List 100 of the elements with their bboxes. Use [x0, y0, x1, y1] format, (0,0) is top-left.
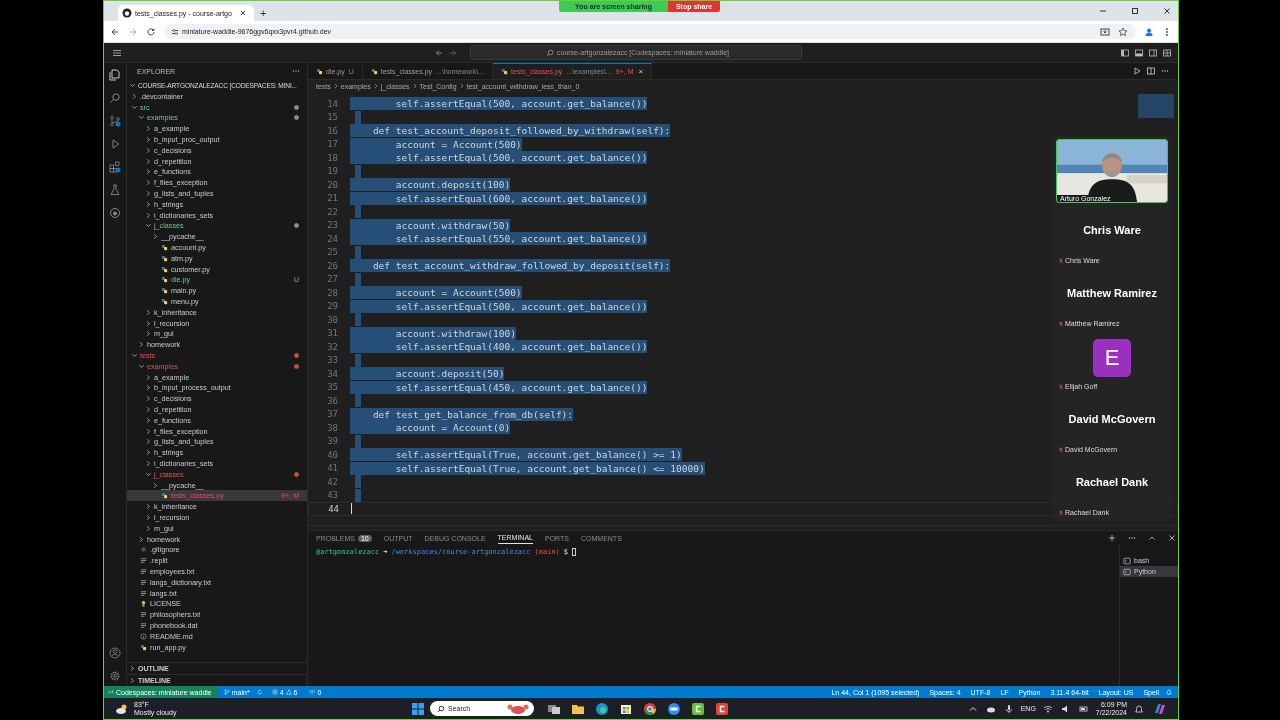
maximize-icon[interactable]: [1131, 7, 1139, 15]
app-icon[interactable]: [715, 701, 730, 716]
python-file-icon: [161, 254, 168, 262]
line-number: 20: [326, 179, 338, 190]
line-number: 28: [326, 287, 338, 298]
line-number: 16: [326, 125, 338, 136]
git-file-icon: [140, 546, 147, 554]
secondary-sidebar-icon[interactable]: [1149, 48, 1157, 57]
line-number: 21: [326, 193, 338, 204]
error-icon: [271, 689, 278, 695]
assistant-icon[interactable]: [1153, 701, 1167, 716]
chevron-right-icon: [332, 83, 339, 89]
remote-icon: [108, 689, 114, 695]
python-file-icon: [370, 67, 378, 75]
terminal-cursor: [572, 548, 577, 556]
source-control-icon[interactable]: [109, 115, 121, 127]
run-icon[interactable]: [1133, 67, 1141, 75]
line-number: 19: [326, 166, 338, 177]
minimize-icon[interactable]: [1099, 7, 1107, 15]
wifi-icon[interactable]: [1042, 703, 1053, 714]
participant-display-name: Chris Ware: [1083, 223, 1141, 238]
chevron-right-icon: [411, 83, 418, 89]
plus-icon[interactable]: [1108, 534, 1116, 542]
app-icon[interactable]: [691, 701, 706, 716]
line-number: 22: [326, 206, 338, 217]
edge-browser-icon[interactable]: [595, 701, 610, 716]
install-app-icon[interactable]: [1100, 26, 1110, 37]
files-icon[interactable]: [109, 69, 121, 81]
python-file-icon: [140, 643, 147, 651]
change-dot-icon: [294, 363, 299, 369]
mic-icon[interactable]: [1003, 703, 1014, 714]
chevron-right-icon: [458, 83, 465, 89]
settings-icon[interactable]: [109, 670, 121, 682]
line-number: 35: [326, 382, 338, 393]
line-number: 18: [326, 152, 338, 163]
line-number: 17: [326, 139, 338, 150]
text-file-icon: [140, 567, 147, 575]
participant-display-name: Rachael Dank: [1075, 475, 1149, 490]
chevron-right-icon: [372, 83, 379, 89]
branch-icon: [223, 689, 230, 695]
layout-icon[interactable]: [1163, 48, 1171, 57]
line-number: 41: [326, 463, 338, 474]
menu-icon[interactable]: [112, 47, 122, 58]
chevron-up-icon[interactable]: [1148, 534, 1156, 542]
chrome-browser-icon[interactable]: [643, 701, 658, 716]
line-number: 43: [326, 490, 338, 501]
account-icon[interactable]: [109, 647, 121, 659]
python-file-icon: [316, 67, 323, 75]
line-number: 37: [326, 409, 338, 420]
new-tab-button[interactable]: +: [253, 5, 273, 21]
change-dot-icon: [294, 115, 299, 121]
line-number: 38: [326, 422, 338, 433]
battery-icon[interactable]: [1078, 703, 1089, 714]
line-number: 31: [326, 328, 338, 339]
close-icon[interactable]: [238, 9, 247, 17]
license-file-icon: [140, 600, 147, 608]
panel-toggle-icon[interactable]: [1135, 48, 1143, 57]
python-file-icon: [161, 298, 168, 306]
line-number: 23: [326, 220, 338, 231]
chevron-down-icon: [129, 81, 136, 89]
change-dot-icon: [294, 104, 299, 110]
warning-icon: [285, 689, 292, 695]
python-file-icon: [161, 492, 168, 500]
search-icon[interactable]: [109, 92, 121, 104]
extensions-icon[interactable]: [109, 161, 121, 173]
text-file-icon: [140, 621, 147, 629]
more-icon[interactable]: [1161, 67, 1169, 75]
line-number: 42: [326, 476, 338, 487]
more-icon[interactable]: [292, 67, 300, 75]
line-number: 40: [326, 449, 338, 460]
line-number: 14: [326, 98, 338, 109]
more-icon[interactable]: [1128, 534, 1136, 542]
line-number: 29: [326, 301, 338, 312]
windows-start-icon[interactable]: [411, 701, 426, 716]
python-file-icon: [500, 68, 508, 75]
line-number: 15: [326, 112, 338, 123]
line-number: 36: [326, 395, 338, 406]
text-file-icon: [140, 557, 147, 565]
split-editor-icon[interactable]: [1147, 67, 1155, 75]
profile-icon[interactable]: [1144, 26, 1154, 37]
line-number: 32: [326, 341, 338, 352]
reload-icon[interactable]: [146, 26, 156, 37]
flask-icon[interactable]: [109, 184, 121, 196]
line-number: 39: [326, 436, 338, 447]
line-number: 30: [326, 314, 338, 325]
sidebar-toggle-icon[interactable]: [1121, 48, 1129, 57]
line-number: 24: [326, 233, 338, 244]
run-debug-icon[interactable]: [109, 138, 121, 150]
back-icon[interactable]: [110, 26, 120, 37]
info-file-icon: [140, 632, 147, 640]
star-icon[interactable]: [1118, 26, 1128, 37]
line-number: 34: [326, 368, 338, 379]
bell-icon[interactable]: [1134, 703, 1144, 714]
site-info-icon[interactable]: [171, 27, 179, 36]
terminal-icon: [1123, 556, 1131, 565]
line-number: 26: [326, 260, 338, 271]
video-call-icon[interactable]: [667, 701, 682, 716]
close-icon[interactable]: [1163, 7, 1171, 15]
line-number: 25: [326, 247, 338, 258]
text-file-icon: [140, 611, 147, 619]
